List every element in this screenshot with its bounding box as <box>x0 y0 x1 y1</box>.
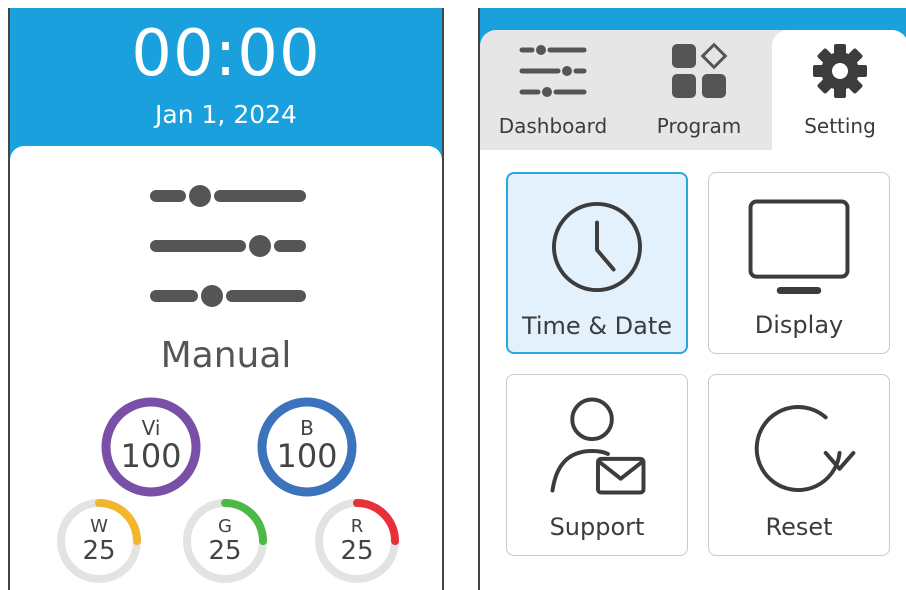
gauge-value: 25 <box>340 536 374 566</box>
settings-content: Time & Date Display Support Reset <box>480 150 906 590</box>
gauge-blue[interactable]: B 100 <box>256 396 358 498</box>
tab-dashboard[interactable]: Dashboard <box>480 30 626 150</box>
gauge-green[interactable]: G 25 <box>182 498 268 584</box>
gauge-channel: G <box>218 516 232 537</box>
tab-label: Program <box>656 114 742 138</box>
mode-label: Manual <box>160 335 292 376</box>
reset-arrow-icon <box>754 405 856 492</box>
tile-label: Support <box>549 513 645 541</box>
gauge-value: 25 <box>82 536 116 566</box>
settings-screen: Dashboard Program Setting Time & Date Di… <box>478 8 906 590</box>
sliders-icon <box>519 45 587 97</box>
support-user-mail-icon <box>550 397 646 495</box>
tab-label: Setting <box>804 114 876 138</box>
sliders-icon <box>150 185 306 307</box>
gauge-violet[interactable]: Vi 100 <box>100 396 202 498</box>
monitor-icon <box>748 199 850 294</box>
program-grid-icon <box>672 42 728 98</box>
gauge-channel: R <box>350 516 364 537</box>
gauge-channel: W <box>90 516 108 537</box>
gauge-white[interactable]: W 25 <box>56 498 142 584</box>
gauge-value: 100 <box>120 437 182 475</box>
tab-program[interactable]: Program <box>626 30 772 150</box>
reset-tile[interactable]: Reset <box>708 374 890 556</box>
gauge-value: 100 <box>276 437 338 475</box>
tile-label: Reset <box>765 513 833 541</box>
time-date-tile[interactable]: Time & Date <box>506 172 688 354</box>
tile-label: Time & Date <box>521 312 673 340</box>
support-tile[interactable]: Support <box>506 374 688 556</box>
display-tile[interactable]: Display <box>708 172 890 354</box>
clock-time: 00:00 <box>131 17 321 91</box>
gauge-red[interactable]: R 25 <box>314 498 400 584</box>
tile-label: Display <box>754 311 844 339</box>
mode-card: Manual Vi 100 B 100 W 25 G 25 R 25 <box>10 146 442 590</box>
clock-date: Jan 1, 2024 <box>155 100 297 129</box>
tab-setting[interactable]: Setting <box>772 30 906 150</box>
gear-icon <box>813 44 867 98</box>
gauge-value: 25 <box>208 536 242 566</box>
dashboard-screen: 00:00 Jan 1, 2024 Manual Vi 100 B 100 W … <box>8 8 444 590</box>
gauge-channel: B <box>300 416 314 440</box>
clock-icon <box>552 202 642 292</box>
gauge-channel: Vi <box>141 416 161 440</box>
nav-tab-bar: Dashboard Program Setting <box>480 30 906 150</box>
tab-label: Dashboard <box>498 114 608 138</box>
